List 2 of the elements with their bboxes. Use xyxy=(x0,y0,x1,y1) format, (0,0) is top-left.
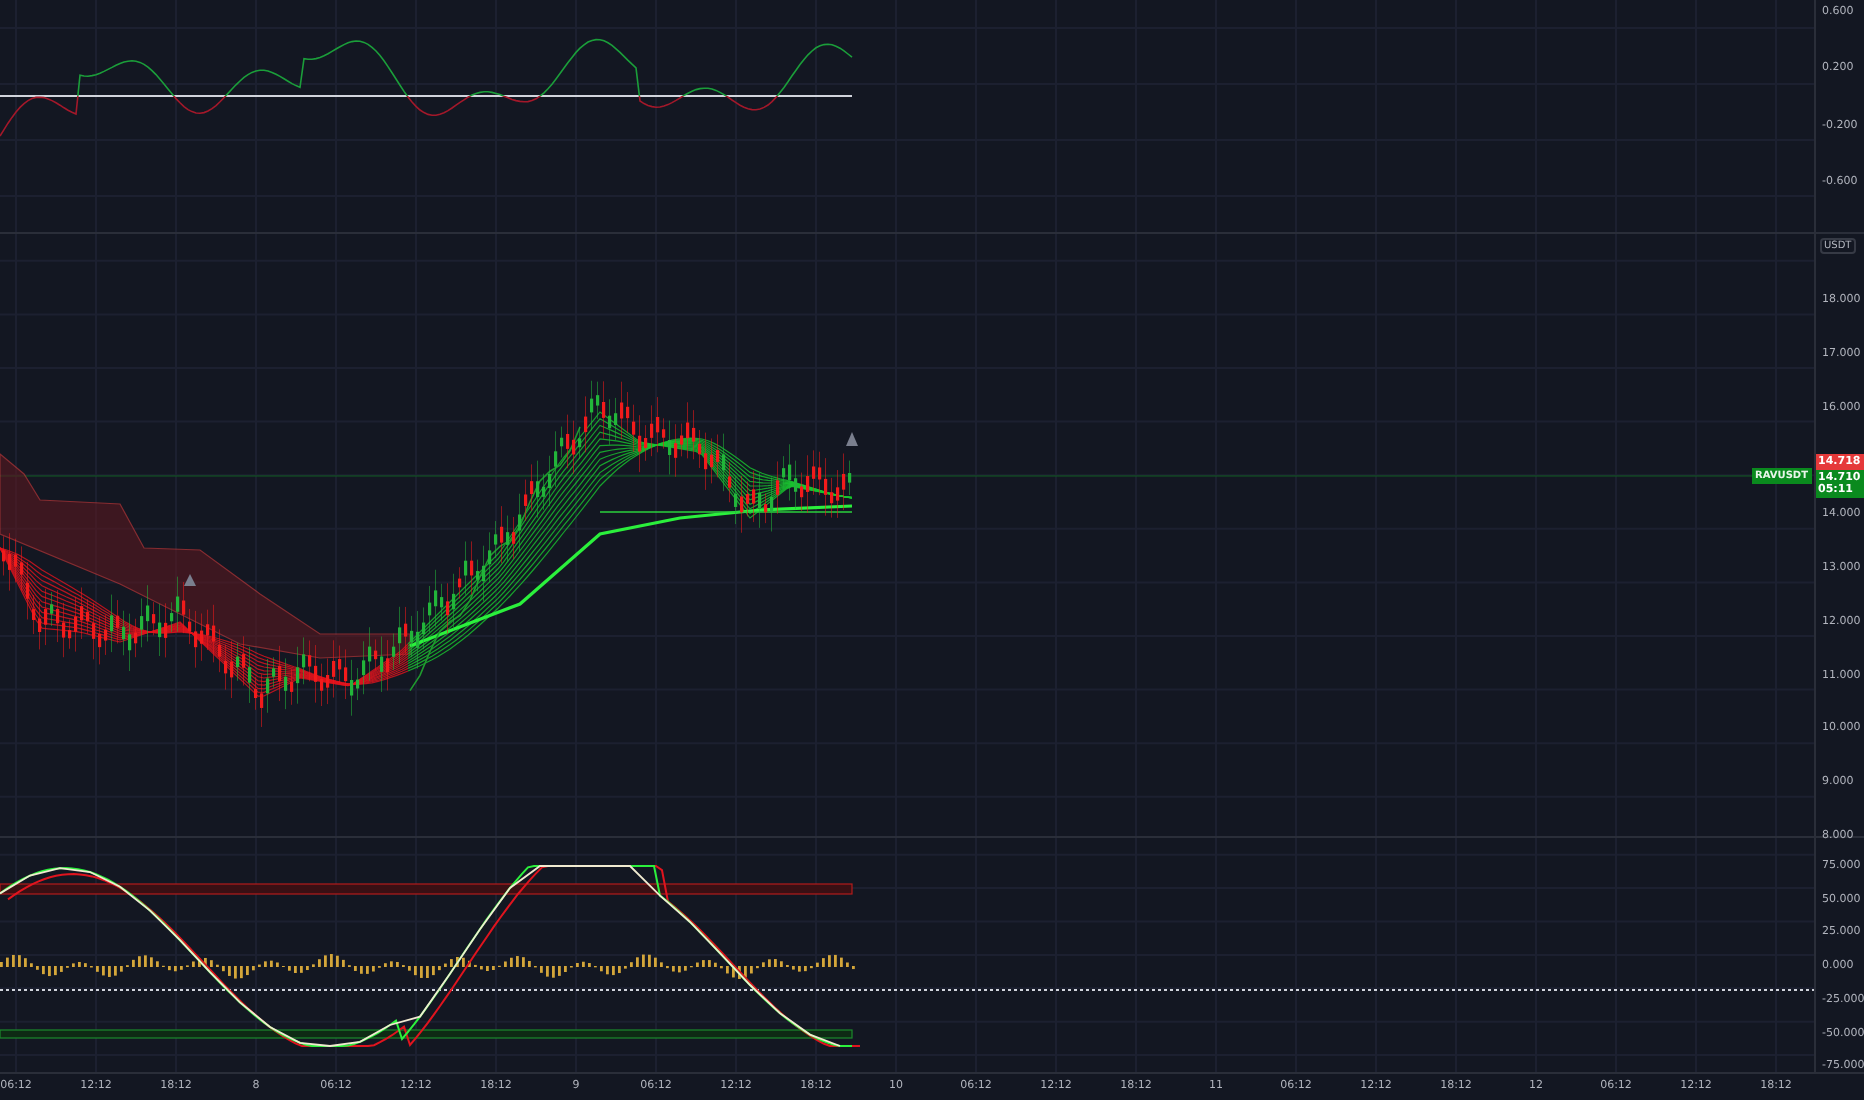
triangle-marker xyxy=(184,574,196,586)
triangle-marker xyxy=(846,432,858,446)
